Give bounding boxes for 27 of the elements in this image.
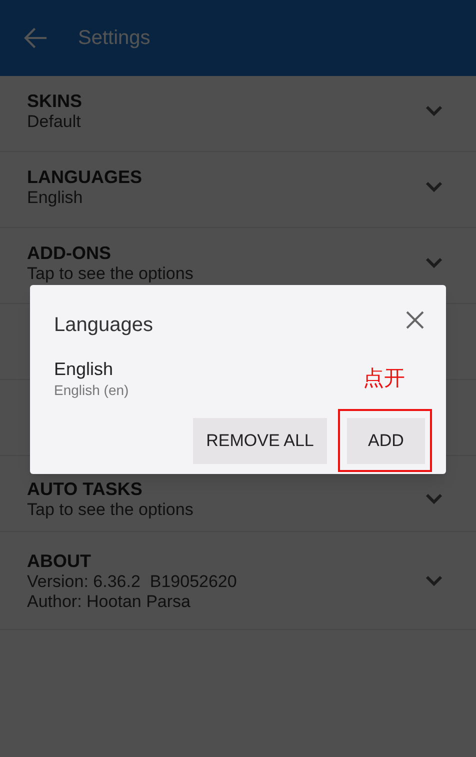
setting-title: ADD-ONS [27,242,112,264]
setting-title: SKINS [27,90,84,112]
chevron-down-icon [425,256,443,268]
language-name: English [54,358,114,380]
dialog-button[interactable]: ADD [347,418,425,464]
language-code: English (en) [54,381,129,400]
setting-subtitle: English [27,188,84,208]
close-icon[interactable] [406,311,424,329]
dialog-button[interactable]: REMOVE ALL [193,418,327,464]
chevron-down-icon [425,574,443,586]
setting-title: AUTO TASKS [27,478,144,500]
setting-subtitle: Default [27,112,82,132]
chevron-down-icon [425,104,443,116]
dialog-title: Languages [54,313,153,338]
chevron-down-icon [425,180,443,192]
setting-subtitle: Author: Hootan Parsa [27,592,192,612]
settings-row[interactable]: SKINS Default [0,76,476,152]
chevron-down-icon [425,492,443,504]
settings-row[interactable]: LANGUAGES English [0,152,476,228]
setting-subtitle: Version: 6.36.2 B19052620 [27,572,238,592]
app-bar-title: Settings [78,26,150,51]
annotation-text: 点开 [363,366,405,392]
settings-row[interactable]: ABOUT Version: 6.36.2 B19052620 Author: Hootan Parsa [0,532,476,630]
setting-subtitle: Tap to see the options [27,264,194,284]
setting-title: LANGUAGES [27,166,144,188]
setting-title: ABOUT [27,550,92,572]
setting-subtitle: Tap to see the options [27,500,194,520]
